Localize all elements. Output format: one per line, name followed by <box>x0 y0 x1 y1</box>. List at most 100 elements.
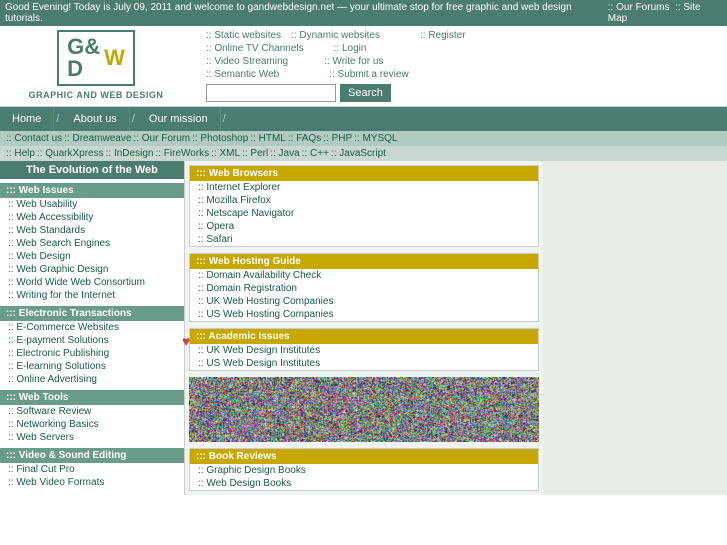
sub-nav2: Help QuarkXpress InDesign FireWorks XML … <box>0 146 727 161</box>
sidebar-title[interactable]: The Evolution of the Web <box>0 161 184 179</box>
nav-static-websites[interactable]: Static websites <box>206 30 281 41</box>
cb-us-hosting[interactable]: US Web Hosting Companies <box>190 308 538 321</box>
subnav-php[interactable]: PHP <box>323 133 352 144</box>
sidebar-web-graphic-design[interactable]: Web Graphic Design <box>0 263 184 276</box>
header: G&D W GRAPHIC AND WEB DESIGN Static webs… <box>0 26 727 107</box>
top-bar-message: Good Evening! Today is July 09, 2011 and… <box>5 2 608 24</box>
subnav-indesign[interactable]: InDesign <box>106 148 154 159</box>
book-reviews-box: Book Reviews Graphic Design Books Web De… <box>189 448 539 491</box>
sidebar-web-video-formats[interactable]: Web Video Formats <box>0 476 184 489</box>
sidebar-section-electronic-transactions: Electronic Transactions <box>0 306 184 321</box>
top-bar: Good Evening! Today is July 09, 2011 and… <box>0 0 727 26</box>
logo-gd: G&D <box>67 36 100 80</box>
left-sidebar: The Evolution of the Web Web Issues Web … <box>0 161 185 495</box>
web-browsers-header: Web Browsers <box>190 166 538 181</box>
sidebar-section-web-issues: Web Issues <box>0 183 184 198</box>
subnav-cpp[interactable]: C++ <box>302 148 329 159</box>
nav-video-streaming[interactable]: Video Streaming <box>206 56 288 67</box>
sidebar-epublishing[interactable]: Electronic Publishing <box>0 347 184 360</box>
search-area: Search <box>206 84 721 102</box>
subnav-fireworks[interactable]: FireWorks <box>155 148 209 159</box>
subnav-java[interactable]: Java <box>270 148 299 159</box>
cb-opera[interactable]: Opera <box>190 220 538 233</box>
sidebar-networking-basics[interactable]: Networking Basics <box>0 418 184 431</box>
logo-area: G&D W GRAPHIC AND WEB DESIGN <box>6 30 186 100</box>
cb-us-design-inst[interactable]: US Web Design Institutes <box>190 357 538 370</box>
academic-header: Academic Issues <box>190 329 538 344</box>
subnav-perl[interactable]: Perl <box>242 148 268 159</box>
subnav-help[interactable]: Help <box>6 148 35 159</box>
subnav-photoshop[interactable]: Photoshop <box>192 133 248 144</box>
sidebar-elearning[interactable]: E-learning Solutions <box>0 360 184 373</box>
sidebar-web-servers[interactable]: Web Servers <box>0 431 184 444</box>
cb-uk-hosting[interactable]: UK Web Hosting Companies <box>190 295 538 308</box>
cb-web-design-books[interactable]: Web Design Books <box>190 477 538 490</box>
cb-firefox[interactable]: Mozilla Firefox <box>190 194 538 207</box>
nav-online-tv[interactable]: Online TV Channels <box>206 43 304 54</box>
right-panel <box>543 161 727 495</box>
cb-safari[interactable]: Safari <box>190 233 538 246</box>
book-reviews-header: Book Reviews <box>190 449 538 464</box>
subnav-faqs[interactable]: FAQs <box>288 133 321 144</box>
subnav-quark[interactable]: QuarkXpress <box>37 148 104 159</box>
nav-bar: Home / About us / Our mission / <box>0 107 727 131</box>
sidebar-online-advertising[interactable]: Online Advertising <box>0 373 184 386</box>
subnav-xml[interactable]: XML <box>211 148 240 159</box>
subnav-dreamweave[interactable]: Dreamweave <box>64 133 131 144</box>
web-browsers-box: Web Browsers Internet Explorer Mozilla F… <box>189 165 539 247</box>
center-content: Web Browsers Internet Explorer Mozilla F… <box>185 161 543 495</box>
sidebar-section-video-sound: Video & Sound Editing <box>0 448 184 463</box>
sidebar-web-design[interactable]: Web Design <box>0 250 184 263</box>
nav-tab-about[interactable]: About us <box>61 107 129 131</box>
logo-box: G&D W <box>57 30 135 86</box>
sidebar-w3c[interactable]: World Wide Web Consortium <box>0 276 184 289</box>
cb-domain-check[interactable]: Domain Availability Check <box>190 269 538 282</box>
nav-row4: Semantic Web Submit a review <box>206 69 721 80</box>
nav-col1: Static websites Dynamic websites Registe… <box>206 30 721 41</box>
search-input[interactable] <box>206 84 336 102</box>
sidebar-section-web-tools: Web Tools <box>0 390 184 405</box>
nav-tab-mission[interactable]: Our mission <box>137 107 221 131</box>
nav-row2: Online TV Channels Login <box>206 43 721 54</box>
sidebar-web-search-engines[interactable]: Web Search Engines <box>0 237 184 250</box>
web-hosting-box: Web Hosting Guide Domain Availability Ch… <box>189 253 539 322</box>
web-hosting-header: Web Hosting Guide <box>190 254 538 269</box>
sidebar-writing-internet[interactable]: Writing for the Internet <box>0 289 184 302</box>
nav-links: Static websites Dynamic websites Registe… <box>186 30 721 102</box>
sidebar-ecommerce[interactable]: E-Commerce Websites <box>0 321 184 334</box>
subnav-mysql[interactable]: MYSQL <box>354 133 397 144</box>
nav-row3: Video Streaming Write for us <box>206 56 721 67</box>
nav-dynamic-websites[interactable]: Dynamic websites <box>291 30 380 41</box>
subnav-javascript[interactable]: JavaScript <box>331 148 386 159</box>
nav-write-for-us[interactable]: Write for us <box>324 56 383 67</box>
nav-semantic-web[interactable]: Semantic Web <box>206 69 279 80</box>
cb-ie[interactable]: Internet Explorer <box>190 181 538 194</box>
heart-icon: ♥ <box>182 333 190 349</box>
cb-domain-reg[interactable]: Domain Registration <box>190 282 538 295</box>
sidebar-web-standards[interactable]: Web Standards <box>0 224 184 237</box>
nav-tab-home[interactable]: Home <box>0 107 54 131</box>
subnav-contact[interactable]: Contact us <box>6 133 62 144</box>
subnav-our-forum[interactable]: Our Forum <box>133 133 190 144</box>
sidebar-epayment[interactable]: E-payment Solutions <box>0 334 184 347</box>
cb-graphic-design-books[interactable]: Graphic Design Books <box>190 464 538 477</box>
main-content: The Evolution of the Web Web Issues Web … <box>0 161 727 495</box>
nav-login[interactable]: Login <box>334 43 367 54</box>
logo-tagline: GRAPHIC AND WEB DESIGN <box>29 90 164 100</box>
cb-uk-design-inst[interactable]: UK Web Design Institutes <box>190 344 538 357</box>
top-bar-links: :: Our Forums :: Site Map <box>608 2 722 24</box>
sidebar-web-accessibility[interactable]: Web Accessibility <box>0 211 184 224</box>
logo-w: W <box>104 47 125 69</box>
subnav-html[interactable]: HTML <box>250 133 286 144</box>
cb-netscape[interactable]: Netscape Navigator <box>190 207 538 220</box>
sidebar-final-cut-pro[interactable]: Final Cut Pro <box>0 463 184 476</box>
sidebar-software-review[interactable]: Software Review <box>0 405 184 418</box>
nav-submit-review[interactable]: Submit a review <box>329 69 408 80</box>
academic-box: Academic Issues UK Web Design Institutes… <box>189 328 539 371</box>
noise-image <box>189 377 539 442</box>
search-button[interactable]: Search <box>340 84 391 102</box>
forums-link[interactable]: Our Forums <box>616 2 669 13</box>
sidebar-web-usability[interactable]: Web Usability <box>0 198 184 211</box>
nav-register[interactable]: Register <box>420 30 466 41</box>
sub-nav: Contact us Dreamweave Our Forum Photosho… <box>0 131 727 146</box>
